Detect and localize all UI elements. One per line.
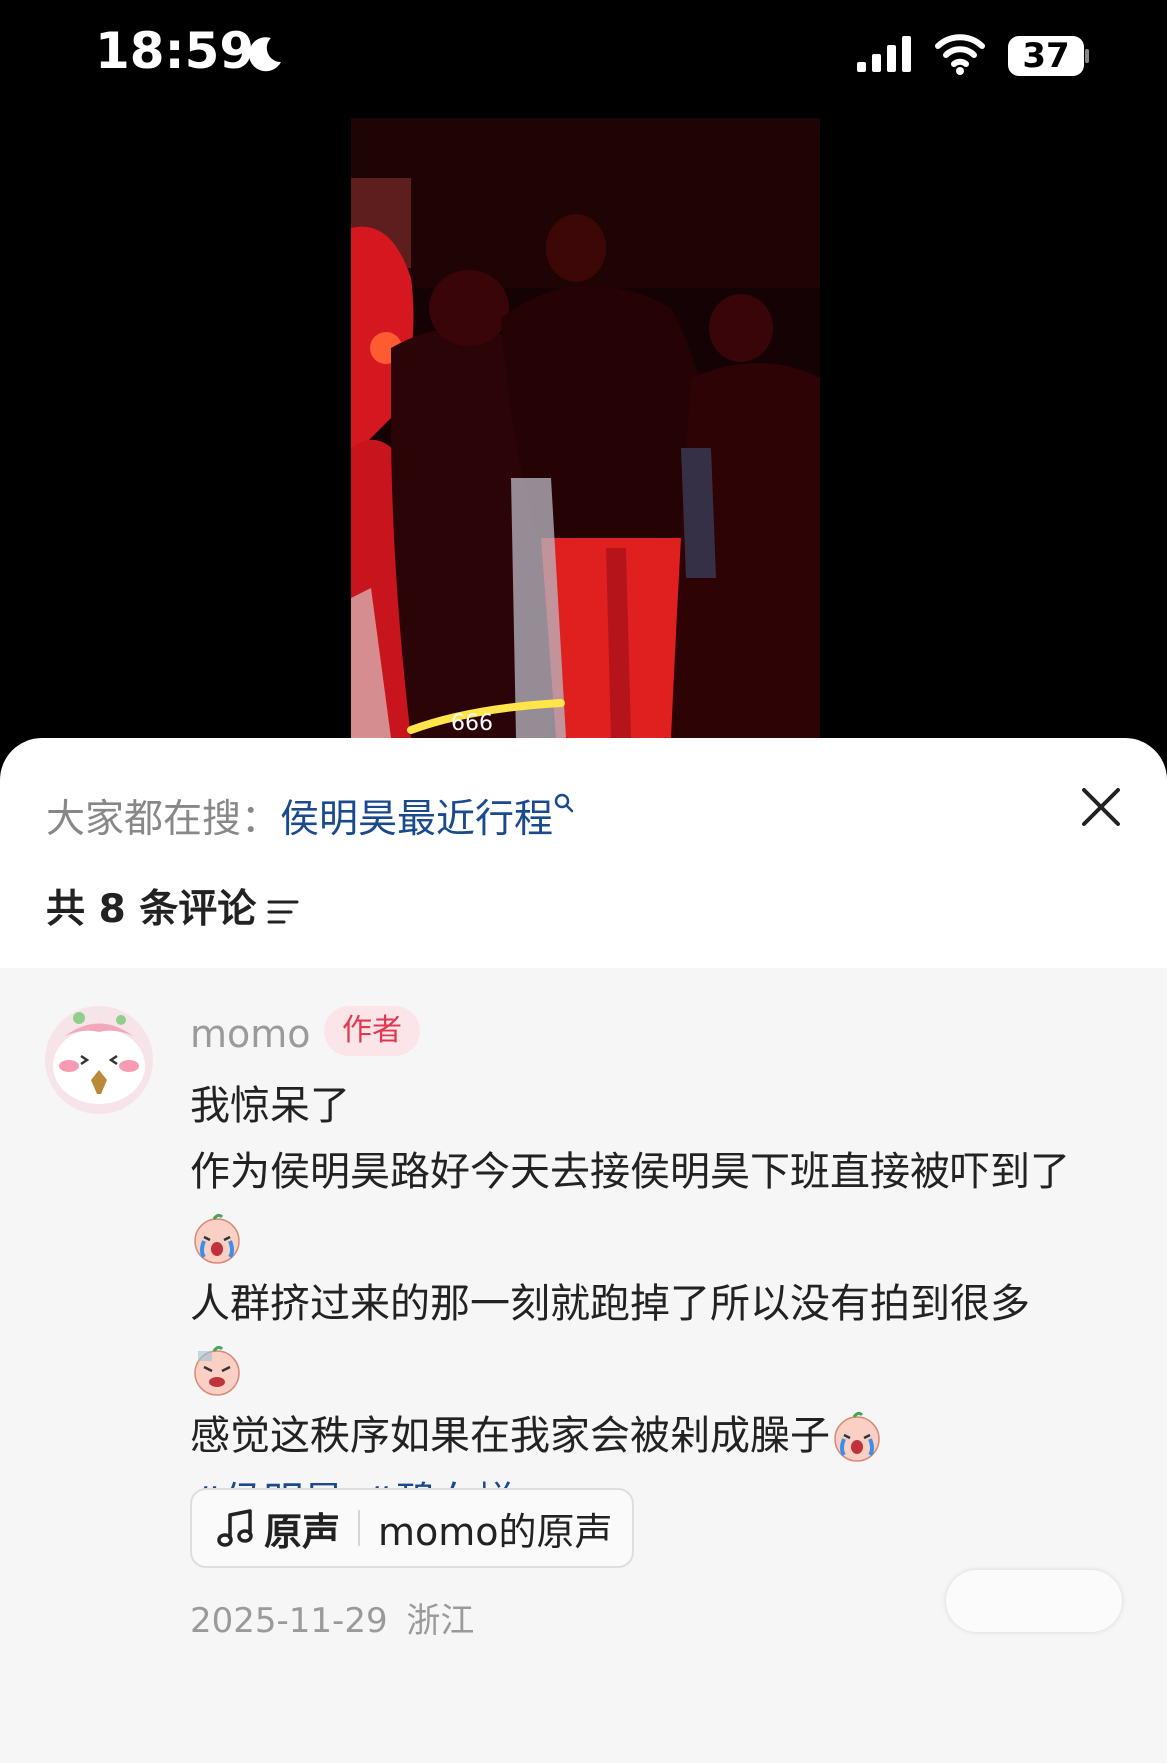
crying-emoji-icon [834, 1411, 880, 1462]
status-bar: 18:59 37 [0, 0, 1167, 110]
search-suggestion-keyword[interactable]: 侯明昊最近行程 [280, 797, 553, 842]
original-sound-button[interactable]: 原声 momo的原声 [190, 1488, 634, 1568]
comment-line: 作为侯明昊路好今天去接侯明昊下班直接被吓到了 [190, 1149, 1070, 1195]
video-overlay-text: 666 [451, 711, 493, 736]
comment-count: 共 8 条评论 [46, 878, 300, 934]
sound-title: momo的原声 [378, 1509, 613, 1554]
video-frame-image: 666 [351, 118, 820, 738]
battery-icon: 37 [1008, 34, 1090, 78]
author-badge: 作者 [324, 1006, 420, 1056]
comment-text: 我惊呆了 作为侯明昊路好今天去接侯明昊下班直接被吓到了 人群挤过来的那一刻就跑掉… [190, 1073, 1140, 1535]
music-note-icon [217, 1509, 253, 1547]
like-button[interactable] [946, 1570, 1122, 1632]
close-icon[interactable] [1078, 784, 1124, 830]
comment-location: 浙江 [406, 1601, 475, 1641]
status-time: 18:59 [95, 22, 255, 80]
comment-panel: 大家都在搜：侯明昊最近行程 共 8 条评论 momo 作者 我惊呆了 作为侯明昊… [0, 738, 1167, 1763]
search-suggestion[interactable]: 大家都在搜：侯明昊最近行程 [46, 788, 575, 844]
comment-date: 2025-11-29 [190, 1601, 388, 1641]
comment-line: 我惊呆了 [190, 1083, 350, 1129]
comment-count-label: 共 8 条评论 [46, 887, 257, 932]
video-player[interactable]: 666 [351, 118, 820, 738]
comment-line-with-emoji: 感觉这秩序如果在我家会被剁成臊子 [190, 1403, 1140, 1469]
author-name[interactable]: momo [190, 1012, 311, 1056]
moon-icon [248, 37, 281, 72]
comment-line: 感觉这秩序如果在我家会被剁成臊子 [190, 1413, 830, 1459]
search-suggestion-prefix: 大家都在搜： [46, 797, 281, 842]
divider [358, 1510, 361, 1546]
sound-kind-label: 原声 [264, 1509, 341, 1554]
battery-level: 37 [1022, 36, 1070, 76]
avatar[interactable] [45, 1006, 153, 1114]
crying-emoji-icon [194, 1213, 240, 1264]
wifi-icon [935, 34, 985, 75]
search-icon [554, 793, 574, 813]
comment-meta: 2025-11-29 浙江 [190, 1593, 474, 1642]
sad-emoji-icon [194, 1345, 240, 1396]
comment-item: momo 作者 我惊呆了 作为侯明昊路好今天去接侯明昊下班直接被吓到了 人群挤过… [0, 968, 1167, 1763]
comment-line: 人群挤过来的那一刻就跑掉了所以没有拍到很多 [190, 1281, 1030, 1327]
sort-icon[interactable] [266, 897, 300, 927]
signal-icon [857, 36, 911, 72]
